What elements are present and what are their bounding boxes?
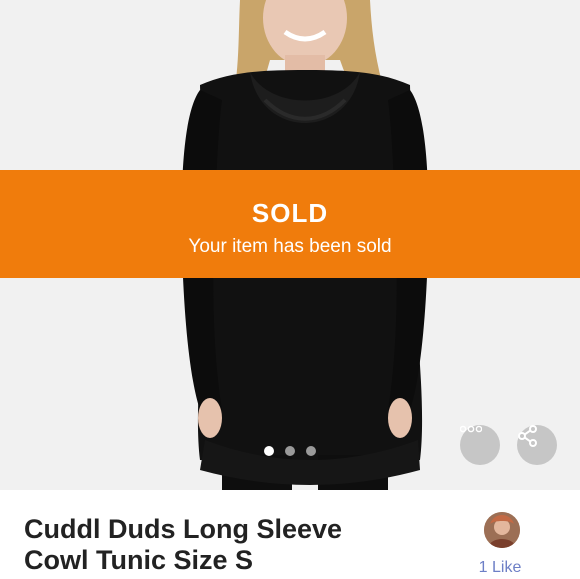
sold-title: SOLD <box>251 198 329 228</box>
liker-avatar[interactable] <box>484 512 520 548</box>
sold-banner: SOLD Your item has been sold <box>0 170 580 278</box>
carousel-dot-1[interactable] <box>264 446 274 456</box>
share-button[interactable] <box>517 425 557 465</box>
listing-photo[interactable]: SOLD Your item has been sold <box>0 0 580 490</box>
sold-subtitle: Your item has been sold <box>188 236 392 257</box>
more-options-button[interactable] <box>460 425 500 465</box>
carousel-dot-3[interactable] <box>306 446 316 456</box>
avatar-image <box>484 512 520 548</box>
listing-title: Cuddl Duds Long Sleeve Cowl Tunic Size S <box>24 514 444 576</box>
listing-title-line-2: Cowl Tunic Size S <box>24 545 254 575</box>
carousel-dot-2[interactable] <box>285 446 295 456</box>
share-icon <box>518 425 537 447</box>
like-count-link[interactable]: 1 Like <box>470 559 530 577</box>
listing-title-line-1: Cuddl Duds Long Sleeve <box>24 514 343 544</box>
more-horizontal-icon <box>460 425 482 433</box>
